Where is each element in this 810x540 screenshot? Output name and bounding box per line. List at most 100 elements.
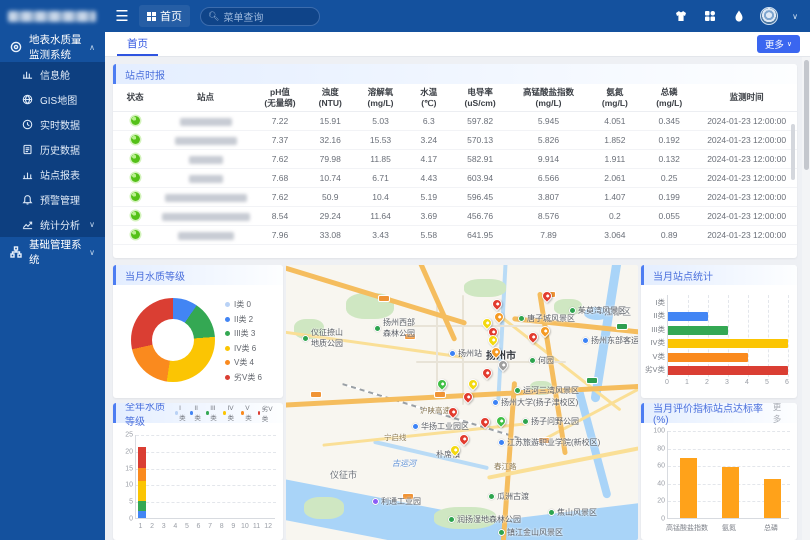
- sidebar-item-2[interactable]: 实时数据: [0, 112, 105, 137]
- map-station-pin[interactable]: [526, 330, 540, 344]
- street: [406, 325, 546, 327]
- value-cell: 6.71: [354, 169, 406, 188]
- layout-grid-icon[interactable]: [702, 9, 717, 24]
- table-row[interactable]: 7.6250.910.45.19596.453.8071.4070.199202…: [113, 188, 797, 207]
- hamburger-menu-icon[interactable]: ☰: [105, 7, 139, 25]
- map-poi-label[interactable]: 镇江金山风景区: [498, 527, 563, 538]
- value-cell: 0.199: [642, 188, 696, 207]
- sidebar-group-base-management[interactable]: 基础管理系统 ∨: [0, 237, 105, 267]
- table-scrollbar[interactable]: [791, 124, 795, 180]
- x-tick-label: 4: [745, 379, 749, 386]
- sidebar-item-6[interactable]: 统计分析∨: [0, 212, 105, 237]
- map-poi-label[interactable]: 何园: [529, 355, 554, 366]
- y-tick-label: 40: [657, 480, 665, 487]
- app-logo: [0, 0, 105, 32]
- station-name-redacted: [175, 137, 237, 145]
- map-poi-label[interactable]: 扬州西部森林公园: [374, 317, 415, 339]
- poi-icon: [302, 335, 309, 342]
- user-avatar[interactable]: [760, 7, 778, 25]
- sidebar-item-5[interactable]: 预警管理: [0, 187, 105, 212]
- table-row[interactable]: 7.3732.1615.533.24570.135.8261.8520.1922…: [113, 131, 797, 150]
- sidebar-item-3[interactable]: 历史数据: [0, 137, 105, 162]
- status-dot-green: [131, 211, 140, 220]
- scrollbar-thumb[interactable]: [804, 60, 809, 170]
- gis-map[interactable]: 扬州市江都区仪征市扬州西部森林公园仪征捺山地质公园唐子城风景区茱萸湾风景区扬州东…: [286, 265, 638, 540]
- legend-item[interactable]: II类 2: [225, 314, 262, 325]
- sidebar-group-surface-water[interactable]: 地表水质量监测系统 ∧: [0, 32, 105, 62]
- value-cell: 33.08: [306, 226, 354, 245]
- map-poi-label[interactable]: 运河三湾风景区: [514, 385, 579, 396]
- table-row[interactable]: 7.6810.746.714.43603.946.5662.0610.25202…: [113, 169, 797, 188]
- poi-icon: [569, 307, 576, 314]
- tab-home[interactable]: 首页: [117, 32, 158, 56]
- sidebar-item-4[interactable]: 站点报表: [0, 162, 105, 187]
- map-poi-label[interactable]: 华扬工业园区: [412, 421, 469, 432]
- map-poi-label[interactable]: 茱萸湾风景区: [569, 305, 626, 316]
- legend-item[interactable]: IV类 6: [225, 343, 262, 354]
- system-icon: [10, 41, 22, 53]
- more-button[interactable]: 更多∨: [757, 35, 800, 53]
- map-poi-label[interactable]: 江苏旅游职业学院(新校区): [498, 437, 600, 448]
- map-poi-label[interactable]: 唐子城风景区: [518, 313, 575, 324]
- water-drop-icon[interactable]: [731, 9, 746, 24]
- station-name-redacted: [162, 213, 250, 221]
- poi-name: 扬州站: [458, 348, 482, 359]
- table-row[interactable]: 7.2215.915.036.3597.825.9454.0510.345202…: [113, 112, 797, 131]
- legend-item[interactable]: III类 3: [225, 328, 262, 339]
- map-poi-label[interactable]: 扬州大学(扬子津校区): [492, 397, 578, 408]
- map-poi-label[interactable]: 仪征捺山地质公园: [302, 327, 343, 349]
- value-cell: 582.91: [451, 150, 509, 169]
- legend-label: V类 4: [234, 357, 254, 368]
- value-cell: 50.9: [306, 188, 354, 207]
- map-poi-label[interactable]: 扬州东部客运枢纽: [582, 335, 638, 346]
- sidebar-item-1[interactable]: GIS地图: [0, 87, 105, 112]
- menu-search-input[interactable]: 🔍︎ 菜单查询: [200, 7, 320, 26]
- map-poi-label[interactable]: 扬州站: [449, 348, 482, 359]
- x-tick-label: 1: [685, 379, 689, 386]
- monthly-station-stats-panel: 当月站点统计 0123456I类II类III类IV类V类劣V类: [641, 265, 797, 398]
- value-cell: 2.061: [588, 169, 642, 188]
- map-poi-label[interactable]: 利通工业园: [372, 496, 421, 507]
- table-row[interactable]: 8.5429.2411.643.69456.768.5760.20.055202…: [113, 207, 797, 226]
- map-poi-label[interactable]: 润扬湿地森林公园: [448, 514, 521, 525]
- legend-item[interactable]: I类 0: [225, 299, 262, 310]
- sidebar-group-label: 地表水质量监测系统: [29, 32, 82, 62]
- bar[interactable]: [668, 312, 708, 321]
- topbar-home-button[interactable]: 首页: [139, 5, 190, 27]
- bar[interactable]: [668, 353, 748, 362]
- page-scrollbar[interactable]: [802, 32, 810, 540]
- bar-row: [668, 353, 788, 362]
- canal-guyunhe: [373, 440, 489, 470]
- bar[interactable]: [668, 326, 728, 335]
- value-cell: 32.16: [306, 131, 354, 150]
- legend-item[interactable]: V类 4: [225, 357, 262, 368]
- bar[interactable]: [668, 366, 788, 375]
- sidebar-item-0[interactable]: 信息舱: [0, 62, 105, 87]
- value-cell: 10.4: [354, 188, 406, 207]
- map-station-pin[interactable]: [480, 366, 494, 380]
- value-cell: 0.2: [588, 207, 642, 226]
- poi-name: 运河三湾风景区: [523, 385, 579, 396]
- poi-name: 扬子问野公园: [531, 416, 579, 427]
- map-poi-label[interactable]: 焦山风景区: [548, 507, 597, 518]
- tab-bar: 首页 更多∨: [105, 32, 810, 57]
- poi-name: 仪征捺山地质公园: [311, 327, 343, 349]
- bar-row: [668, 312, 788, 321]
- value-cell: 3.807: [509, 188, 587, 207]
- x-category-label: 高锰酸盐指数: [666, 523, 708, 533]
- legend-item[interactable]: 劣V类 6: [225, 372, 262, 383]
- donut-ring[interactable]: [131, 298, 215, 382]
- map-poi-label[interactable]: 扬子问野公园: [522, 416, 579, 427]
- theme-shirt-icon[interactable]: [673, 9, 688, 24]
- column-header: pH值(无量纲): [254, 84, 306, 112]
- map-poi-label[interactable]: 瓜洲古渡: [488, 491, 529, 502]
- map-station-pin[interactable]: [457, 432, 471, 446]
- legend-label: III类 3: [234, 328, 255, 339]
- panel-header: 当月站点统计: [641, 265, 797, 285]
- table-row[interactable]: 7.9633.083.435.58641.957.893.0640.892024…: [113, 226, 797, 245]
- map-station-pin[interactable]: [466, 377, 480, 391]
- chevron-down-icon[interactable]: ∨: [792, 12, 798, 21]
- bar[interactable]: [668, 339, 788, 348]
- table-row[interactable]: 7.6279.9811.854.17582.919.9141.9110.1322…: [113, 150, 797, 169]
- value-cell: 15.53: [354, 131, 406, 150]
